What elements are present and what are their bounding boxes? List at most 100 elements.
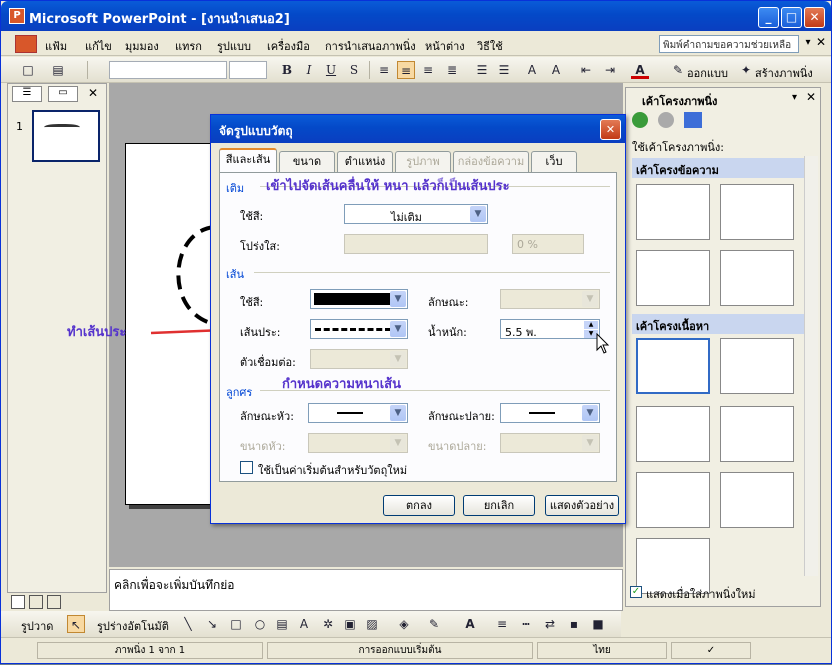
line-icon[interactable]: ╲ [179,615,197,633]
numbering-icon[interactable]: ☰ [473,61,491,79]
ok-button[interactable]: ตกลง [383,495,455,516]
shadow-button[interactable]: S [345,61,363,79]
connector-dropdown[interactable]: ▼ [310,349,408,369]
justify-icon[interactable]: ≣ [443,61,461,79]
copy-icon[interactable]: ▤ [49,61,67,79]
increase-font-icon[interactable]: A [523,61,541,79]
menu-view[interactable]: มุมมอง [125,37,159,55]
tab-colors-lines[interactable]: สีและเส้น [219,148,277,173]
dash-style-icon[interactable]: ┅ [517,615,535,633]
dialog-title[interactable]: จัดรูปแบบวัตถุ [211,115,625,143]
line-style-icon[interactable]: ≡ [493,615,511,633]
tab-web[interactable]: เว็บ [531,151,577,172]
oval-icon[interactable]: ○ [251,615,269,633]
font-color-button[interactable]: A [631,61,649,79]
cancel-button[interactable]: ยกเลิก [463,495,535,516]
weight-spinner[interactable]: 5.5 พ. ▲ ▼ [500,319,600,339]
chevron-down-icon[interactable]: ▼ [390,351,406,367]
chevron-down-icon[interactable]: ▼ [390,291,406,307]
arrow-icon[interactable]: ↘ [203,615,221,633]
minimize-button[interactable]: _ [758,7,779,28]
weight-value[interactable]: 5.5 พ. [505,323,537,341]
begin-size-dropdown[interactable]: ▼ [308,433,408,453]
layout-title-two-content[interactable] [720,406,794,462]
design-button[interactable]: ออกแบบ [687,64,728,82]
chevron-down-icon[interactable]: ▼ [390,321,406,337]
bullets-icon[interactable]: ☰ [495,61,513,79]
layout-blank[interactable] [636,338,710,394]
close-document-icon[interactable]: ✕ [816,35,826,49]
new-slide-button[interactable]: สร้างภาพนิ่ง [755,64,813,82]
layout-four-content[interactable] [720,472,794,528]
menu-help[interactable]: วิธีใช้ [477,37,503,55]
tab-textbox[interactable]: กล่องข้อความ [453,151,529,172]
font-color-icon[interactable]: A [461,615,479,633]
slideshow-view-icon[interactable] [47,595,61,609]
spelling-icon[interactable]: ✓ [671,642,751,659]
default-checkbox[interactable] [240,461,253,474]
end-style-dropdown[interactable]: ▼ [500,403,600,423]
textbox-icon[interactable]: ▤ [273,615,291,633]
shadow-icon[interactable]: ▪ [565,615,583,633]
menu-file[interactable]: แฟ้ม [45,37,67,55]
slide-sorter-view-icon[interactable] [29,595,43,609]
dialog-close-button[interactable]: ✕ [600,119,621,140]
layout-title-slide[interactable] [636,184,710,240]
font-size-combo[interactable] [229,61,267,79]
layout-title-only[interactable] [720,184,794,240]
line-style-dropdown[interactable]: ▼ [500,289,600,309]
layout-title-content-2[interactable] [636,472,710,528]
home-icon[interactable] [684,112,702,128]
outline-tab[interactable]: ☰ [12,86,42,102]
transparency-slider[interactable] [344,234,488,254]
select-pointer-icon[interactable]: ↖ [67,615,85,633]
forward-icon[interactable] [658,112,674,128]
document-icon[interactable] [15,35,37,53]
help-search-input[interactable]: พิมพ์คำถามขอความช่วยเหลือ [659,35,799,53]
back-icon[interactable] [632,112,648,128]
clipart-icon[interactable]: ▣ [341,615,359,633]
help-dropdown-icon[interactable]: ▾ [801,37,815,51]
begin-style-dropdown[interactable]: ▼ [308,403,408,423]
align-center-icon[interactable]: ≡ [397,61,415,79]
chevron-down-icon[interactable]: ▼ [390,405,406,421]
task-pane-close-icon[interactable]: ✕ [806,90,816,104]
tab-picture[interactable]: รูปภาพ [395,151,451,172]
align-left-icon[interactable]: ≡ [375,61,393,79]
wordart-icon[interactable]: A [295,615,313,633]
preview-button[interactable]: แสดงตัวอย่าง [545,495,619,516]
slide-thumbnail[interactable] [32,110,100,162]
arrow-style-icon[interactable]: ⇄ [541,615,559,633]
task-pane-scrollbar[interactable] [804,156,818,576]
design-icon[interactable]: ✎ [669,61,687,79]
new-icon[interactable]: □ [19,61,37,79]
font-name-combo[interactable] [109,61,227,79]
new-slide-icon[interactable]: ✦ [737,61,755,79]
layout-two-column[interactable] [720,250,794,306]
menu-tools[interactable]: เครื่องมือ [267,37,310,55]
increase-indent-icon[interactable]: ⇥ [601,61,619,79]
menu-format[interactable]: รูปแบบ [217,37,251,55]
chevron-down-icon[interactable]: ▼ [582,291,598,307]
notes-placeholder[interactable]: คลิกเพื่อจะเพิ่มบันทึกย่อ [114,576,235,595]
notes-pane[interactable]: คลิกเพื่อจะเพิ่มบันทึกย่อ [109,569,623,611]
tab-position[interactable]: ตำแหน่ง [337,151,393,172]
chevron-down-icon[interactable]: ▼ [582,405,598,421]
align-right-icon[interactable]: ≡ [419,61,437,79]
line-color-icon[interactable]: ✎ [425,615,443,633]
menu-insert[interactable]: แทรก [175,37,202,55]
menu-slideshow[interactable]: การนำเสนอภาพนิ่ง [325,37,416,55]
decrease-indent-icon[interactable]: ⇤ [577,61,595,79]
slides-tab[interactable]: ▭ [48,86,78,102]
transparency-input[interactable]: 0 % [512,234,584,254]
title-bar[interactable]: P Microsoft PowerPoint - [งานนำเสนอ2] _ … [1,1,831,31]
task-pane-menu-icon[interactable]: ▾ [792,92,797,103]
decrease-font-icon[interactable]: A [547,61,565,79]
maximize-button[interactable]: □ [781,7,802,28]
show-on-insert-checkbox[interactable]: ✓ [630,586,642,598]
line-color-dropdown[interactable]: ▼ [310,289,408,309]
picture-icon[interactable]: ▨ [363,615,381,633]
spin-up-icon[interactable]: ▲ [584,321,598,329]
chevron-down-icon[interactable]: ▼ [470,206,486,222]
bold-button[interactable]: B [278,61,296,79]
